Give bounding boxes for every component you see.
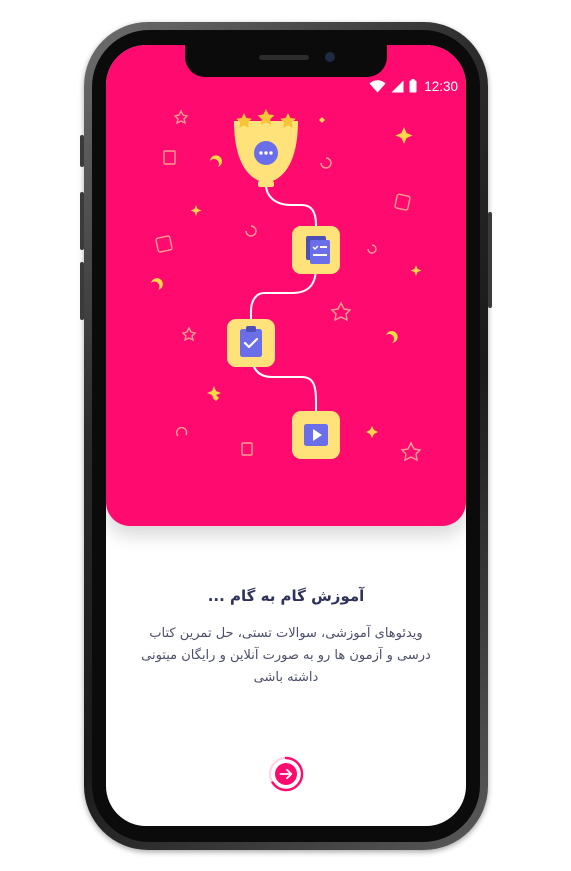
sparkle-icon (395, 127, 413, 144)
moon-doodle (175, 426, 188, 437)
volume-up-button (80, 192, 84, 250)
app-screen: 12:30 آموزش گام به گام ... ویدئوهای آموز… (106, 45, 466, 826)
progress-ring (268, 756, 304, 792)
silent-switch (80, 135, 84, 167)
earpiece-speaker (259, 55, 309, 60)
onboarding-description: ویدئوهای آموزشی، سوالات تستی، حل تمرین ک… (141, 626, 431, 685)
status-bar: 12:30 (369, 78, 458, 94)
learning-path-illustration (151, 109, 422, 462)
status-time: 12:30 (424, 78, 458, 94)
sparkle-icon (190, 205, 202, 216)
moon-doodle (320, 157, 332, 169)
sparkle-icon (366, 426, 378, 438)
volume-down-button (80, 262, 84, 320)
clipboard-check-icon (227, 319, 275, 367)
wifi-icon (369, 79, 386, 92)
book-doodle (394, 193, 411, 211)
star-doodle (181, 326, 197, 342)
play-video-icon (292, 411, 340, 459)
front-camera (325, 52, 335, 62)
moon-accent (151, 278, 163, 290)
checklist-icon (292, 226, 340, 274)
star-doodle (330, 301, 352, 322)
moon-doodle (245, 225, 257, 237)
battery-icon (409, 79, 417, 93)
star-doodle (400, 441, 422, 462)
book-doodle (241, 442, 253, 456)
cup-stem (258, 181, 274, 187)
camera-notch (185, 45, 387, 77)
next-button[interactable] (268, 756, 304, 792)
path-line (250, 184, 317, 413)
book-doodle (163, 150, 176, 165)
moon-accent (210, 155, 222, 167)
moon-accent (386, 331, 398, 343)
cellular-signal-icon (391, 80, 404, 92)
power-button (488, 212, 492, 308)
star-doodle (173, 109, 189, 125)
trophy-chat-icon (234, 121, 298, 187)
sparkle-icon (410, 265, 422, 276)
onboarding-title: آموزش گام به گام ... (207, 587, 365, 605)
moon-doodle (367, 244, 377, 254)
hero-panel: 12:30 (106, 45, 466, 526)
dot-accent (319, 117, 325, 123)
book-doodle (155, 235, 173, 253)
